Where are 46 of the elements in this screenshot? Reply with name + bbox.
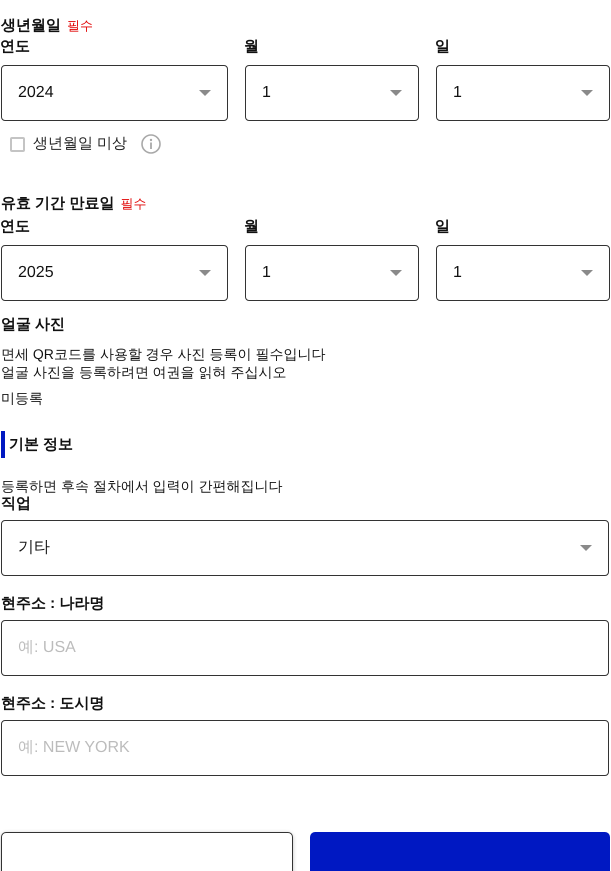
field-label: 직업	[1, 495, 32, 513]
dropdown-value: 1	[453, 263, 462, 283]
dropdown-value: 2025	[18, 263, 54, 283]
caret-icon	[390, 90, 402, 96]
year-dropdown[interactable]: 2024	[1, 65, 228, 121]
caret-icon	[390, 270, 402, 276]
checkbox[interactable]	[10, 136, 25, 152]
dropdown-value: 2024	[18, 83, 54, 103]
section-title: 유효 기간 만료일	[1, 194, 114, 214]
info-icon[interactable]	[141, 134, 162, 154]
field-label: 연도	[0, 37, 31, 57]
field-label: 현주소 : 도시명	[1, 694, 106, 714]
description-text: 등록하면 후속 절차에서 입력이 간편해집니다	[0, 477, 284, 495]
caret-icon	[199, 90, 211, 96]
country-input[interactable]: 예: USA	[1, 620, 609, 676]
required-label: 필수	[67, 17, 93, 35]
caret-icon	[581, 90, 593, 96]
field-label: 월	[244, 37, 260, 57]
field-label: 일	[435, 37, 451, 57]
caret-icon	[580, 545, 592, 551]
day-dropdown[interactable]: 1	[436, 245, 610, 301]
description-text: 얼굴 사진을 등록하려면 여권을 읽혀 주십시오	[1, 363, 288, 381]
accent-bar	[1, 431, 5, 458]
year-dropdown[interactable]: 2025	[1, 245, 228, 301]
city-input[interactable]: 예: NEW YORK	[1, 720, 609, 776]
day-dropdown[interactable]: 1	[436, 65, 610, 121]
month-dropdown[interactable]: 1	[245, 245, 419, 301]
dropdown-value: 1	[262, 263, 271, 283]
field-label: 일	[435, 217, 451, 237]
dropdown-value: 1	[453, 83, 462, 103]
photo-status: 미등록	[0, 389, 44, 407]
section-title: 얼굴 사진	[1, 315, 66, 335]
description-text: 면세 QR코드를 사용할 경우 사진 등록이 필수입니다	[1, 345, 326, 363]
field-label: 연도	[0, 217, 31, 237]
month-dropdown[interactable]: 1	[245, 65, 419, 121]
dropdown-value: 1	[262, 83, 271, 103]
dropdown-value: 기타	[18, 538, 50, 558]
section-title: 기본 정보	[9, 434, 74, 454]
occupation-dropdown[interactable]: 기타	[1, 520, 609, 576]
section-title: 생년월일	[1, 16, 61, 36]
caret-icon	[199, 270, 211, 276]
field-label: 현주소 : 나라명	[1, 594, 106, 614]
required-label: 필수	[120, 195, 146, 213]
caret-icon	[581, 270, 593, 276]
checkbox-label[interactable]: 생년월일 미상	[33, 134, 128, 154]
field-label: 월	[244, 217, 260, 237]
